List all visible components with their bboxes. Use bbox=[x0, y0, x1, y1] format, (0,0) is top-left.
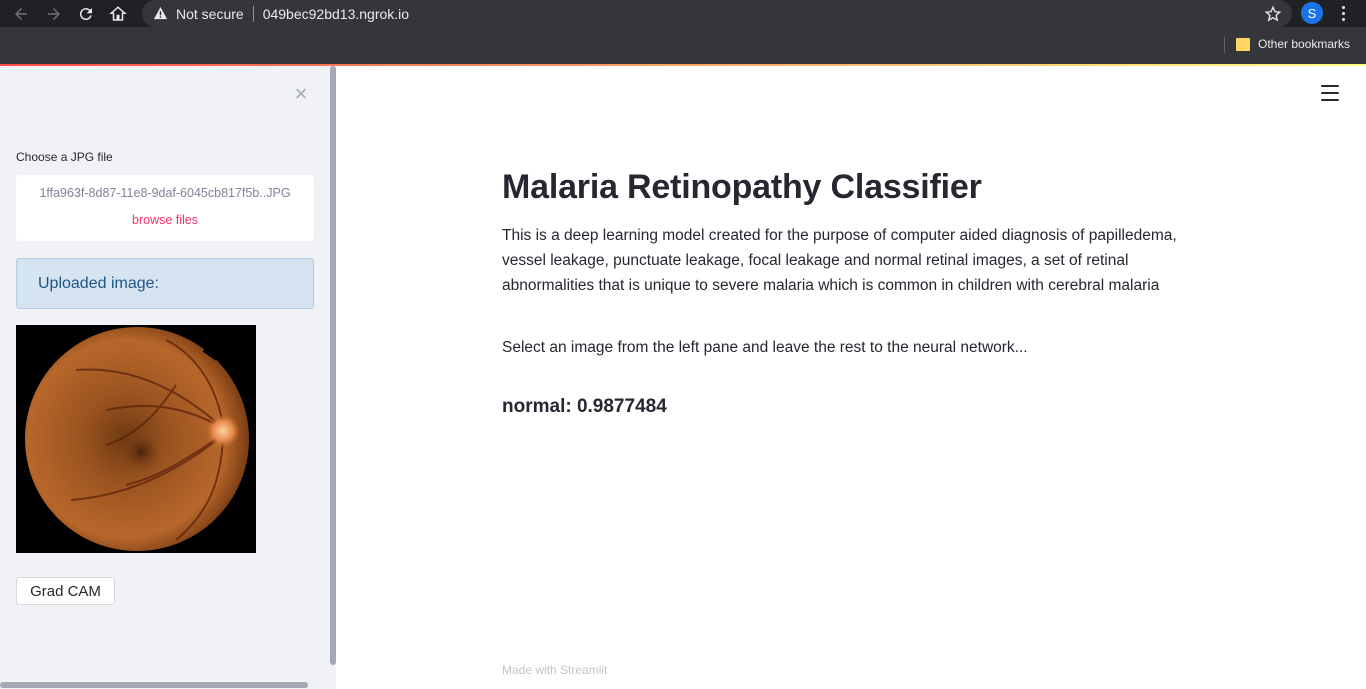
info-alert: Uploaded image: bbox=[16, 258, 314, 309]
instruction-text: Select an image from the left pane and l… bbox=[502, 339, 1028, 356]
warning-icon[interactable] bbox=[152, 6, 168, 22]
profile-avatar[interactable]: S bbox=[1301, 2, 1323, 24]
page-title: Malaria Retinopathy Classifier bbox=[502, 168, 982, 206]
divider bbox=[1224, 37, 1225, 53]
close-icon[interactable]: × bbox=[291, 83, 311, 105]
forward-arrow-icon[interactable] bbox=[42, 2, 66, 26]
description-text: This is a deep learning model created fo… bbox=[502, 227, 1177, 294]
divider bbox=[252, 5, 254, 22]
uploader-label: Choose a JPG file bbox=[16, 150, 113, 164]
hamburger-menu-icon[interactable] bbox=[1321, 85, 1339, 101]
file-dropzone[interactable]: 1ffa963f-8d87-11e8-9daf-6045cb817f5b..JP… bbox=[16, 175, 314, 241]
reload-icon[interactable] bbox=[74, 2, 98, 26]
info-alert-text: Uploaded image: bbox=[38, 275, 159, 292]
sidebar-horizontal-scrollbar[interactable] bbox=[0, 682, 308, 688]
security-label: Not secure bbox=[176, 5, 244, 22]
other-bookmarks-link[interactable]: Other bookmarks bbox=[1258, 37, 1350, 51]
browser-toolbar: Not secure 049bec92bd13.ngrok.io S bbox=[0, 0, 1366, 27]
prediction-result: normal: 0.9877484 bbox=[502, 396, 667, 417]
footer-link[interactable]: Made with Streamlit bbox=[502, 663, 607, 677]
folder-icon[interactable] bbox=[1236, 38, 1250, 51]
grad-cam-button[interactable]: Grad CAM bbox=[16, 577, 115, 605]
sidebar-vertical-scrollbar[interactable] bbox=[330, 66, 336, 665]
url-text[interactable]: 049bec92bd13.ngrok.io bbox=[263, 6, 409, 22]
browse-files-button[interactable]: browse files bbox=[16, 213, 314, 227]
uploaded-retina-image bbox=[16, 325, 256, 553]
browser-menu-icon[interactable] bbox=[1334, 4, 1352, 22]
uploaded-file-name: 1ffa963f-8d87-11e8-9daf-6045cb817f5b..JP… bbox=[39, 186, 291, 200]
bookmarks-bar: Other bookmarks bbox=[0, 27, 1366, 64]
home-icon[interactable] bbox=[106, 2, 130, 26]
bookmark-star-icon[interactable] bbox=[1264, 5, 1282, 23]
address-bar[interactable]: Not secure 049bec92bd13.ngrok.io bbox=[142, 0, 1292, 27]
back-arrow-icon[interactable] bbox=[9, 2, 33, 26]
sidebar: × Choose a JPG file 1ffa963f-8d87-11e8-9… bbox=[0, 66, 336, 689]
